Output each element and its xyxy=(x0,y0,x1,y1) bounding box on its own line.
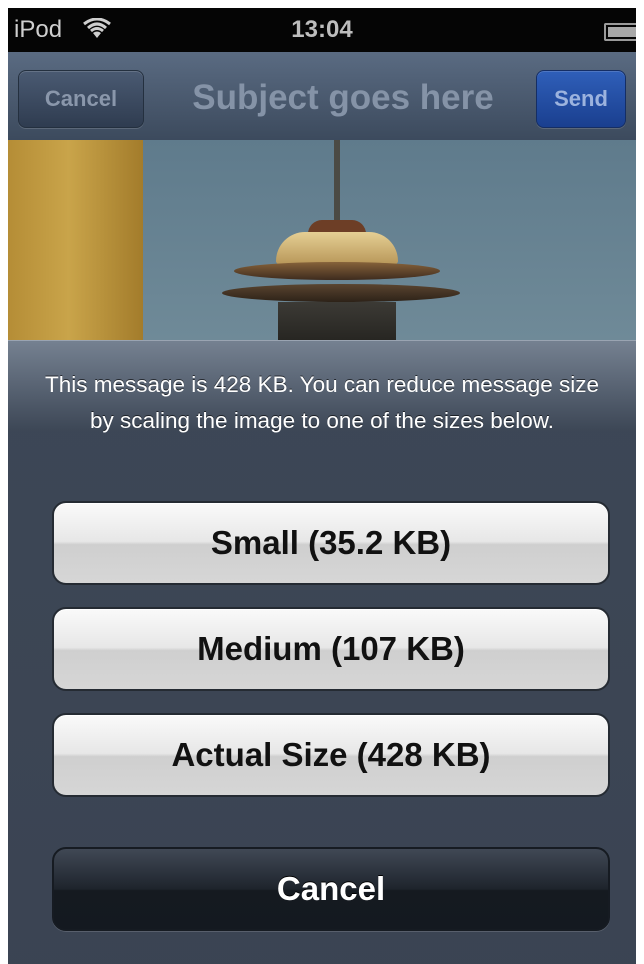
small-size-button[interactable]: Small (35.2 KB) xyxy=(52,501,610,585)
status-bar: iPod 13:04 xyxy=(8,8,636,52)
actual-size-button[interactable]: Actual Size (428 KB) xyxy=(52,713,610,797)
photo-tower-dome xyxy=(276,232,398,264)
device-screen: iPod 13:04 Cancel Subject goes here Send… xyxy=(8,8,636,964)
medium-size-button[interactable]: Medium (107 KB) xyxy=(52,607,610,691)
photo-tower-core xyxy=(278,302,396,340)
status-time: 13:04 xyxy=(291,16,353,43)
size-message: This message is 428 KB. You can reduce m… xyxy=(44,372,600,433)
sheet-cancel-button[interactable]: Cancel xyxy=(52,847,610,931)
subject-title: Subject goes here xyxy=(192,78,494,117)
send-button[interactable]: Send xyxy=(536,70,626,128)
attached-photo xyxy=(8,140,636,340)
photo-pillar xyxy=(8,140,143,340)
image-size-action-sheet: This message is 428 KB. You can reduce m… xyxy=(8,340,636,964)
battery-icon xyxy=(604,23,636,41)
photo-tower-spire xyxy=(334,140,340,222)
photo-tower-ring xyxy=(234,262,440,280)
cancel-button[interactable]: Cancel xyxy=(18,70,144,128)
navigation-bar: Cancel Subject goes here Send xyxy=(8,52,636,141)
photo-tower-deck xyxy=(222,284,460,302)
